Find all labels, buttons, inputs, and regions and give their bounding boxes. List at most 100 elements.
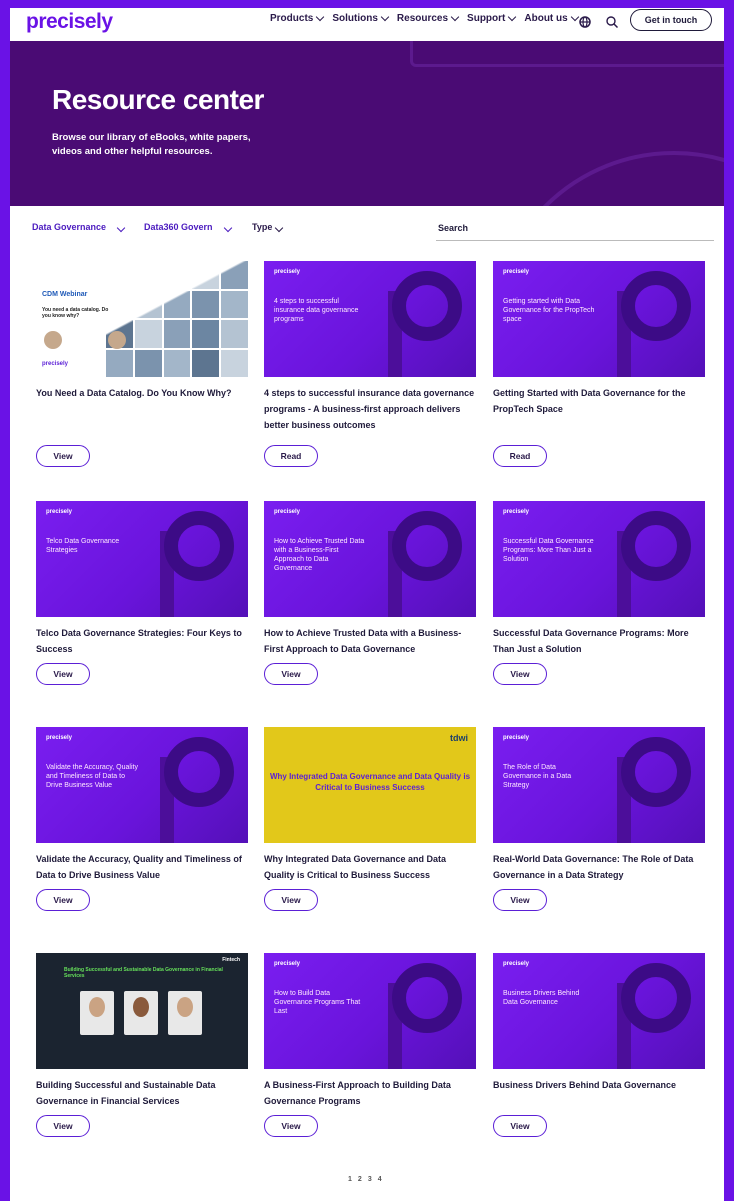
nav-item-about-us[interactable]: About us bbox=[524, 12, 579, 24]
card-thumbnail[interactable]: precisely The Role of Data Governance in … bbox=[493, 727, 705, 843]
thumb-logo: Fintech bbox=[222, 957, 240, 963]
nav-item-solutions[interactable]: Solutions bbox=[332, 12, 390, 24]
collage-overlay bbox=[36, 261, 248, 377]
speaker-photo bbox=[168, 991, 202, 1035]
read-button[interactable]: Read bbox=[493, 445, 547, 467]
filter-label: Data360 Govern bbox=[144, 222, 213, 232]
precisely-p-mark bbox=[392, 963, 462, 1033]
view-button[interactable]: View bbox=[264, 663, 318, 685]
thumb-heading: How to Build Data Governance Programs Th… bbox=[274, 990, 361, 1015]
card-thumbnail[interactable]: precisely Validate the Accuracy, Quality … bbox=[36, 727, 248, 843]
resource-card[interactable]: precisely How to Build Data Governance Pr… bbox=[264, 953, 476, 1137]
speaker-photo bbox=[124, 991, 158, 1035]
resource-card[interactable]: tdwi Why Integrated Data Governance and D… bbox=[264, 727, 476, 911]
resource-card[interactable]: precisely 4 steps to successful insurance… bbox=[264, 261, 476, 467]
thumb-heading: The Role of Data Governance in a Data St… bbox=[503, 764, 572, 789]
resource-card[interactable]: precisely Getting started with Data Gover… bbox=[493, 261, 705, 467]
card-thumbnail[interactable]: precisely Business Drivers Behind Data Go… bbox=[493, 953, 705, 1069]
precisely-p-mark bbox=[621, 511, 691, 581]
thumb-logo: precisely bbox=[503, 269, 530, 275]
view-button[interactable]: View bbox=[493, 1115, 547, 1137]
nav-item-products[interactable]: Products bbox=[270, 12, 325, 24]
page-link[interactable]: 2 bbox=[358, 1176, 362, 1183]
speaker-face bbox=[177, 997, 193, 1017]
card-thumbnail[interactable]: precisely 4 steps to successful insurance… bbox=[264, 261, 476, 377]
type-filter-dropdown[interactable]: Type bbox=[252, 222, 284, 233]
resource-card[interactable]: precisely How to Achieve Trusted Data wit… bbox=[264, 501, 476, 685]
card-thumbnail[interactable]: precisely Telco Data Governance Strategie… bbox=[36, 501, 248, 617]
read-button[interactable]: Read bbox=[264, 445, 318, 467]
card-title[interactable]: Getting Started with Data Governance for… bbox=[493, 385, 705, 433]
precisely-p-mark bbox=[164, 511, 234, 581]
thumb-logo: precisely bbox=[42, 361, 69, 367]
chevron-down-icon bbox=[275, 223, 284, 233]
page-link[interactable]: 4 bbox=[378, 1176, 382, 1183]
thumb-heading: Business Drivers Behind Data Governance bbox=[503, 990, 580, 1006]
nav-menu: Products Solutions Resources Support Abo… bbox=[270, 12, 579, 24]
hero-decoration bbox=[410, 41, 724, 67]
precisely-p-mark bbox=[621, 963, 691, 1033]
thumb-logo: precisely bbox=[274, 509, 301, 515]
speaker-avatar bbox=[108, 331, 126, 349]
search-placeholder: Search bbox=[438, 223, 469, 233]
resource-card[interactable]: precisely Successful Data Governance Prog… bbox=[493, 501, 705, 685]
card-thumbnail[interactable]: tdwi Why Integrated Data Governance and D… bbox=[264, 727, 476, 843]
card-thumbnail[interactable]: precisely Successful Data Governance Prog… bbox=[493, 501, 705, 617]
resource-card[interactable]: Fintech Building Successful and Sustainab… bbox=[36, 953, 248, 1137]
resource-card[interactable]: precisely Business Drivers Behind Data Go… bbox=[493, 953, 705, 1137]
nav-label: Support bbox=[467, 13, 506, 24]
globe-icon[interactable] bbox=[578, 15, 592, 29]
search-icon[interactable] bbox=[605, 15, 619, 29]
top-nav: precisely Products Solutions Resources S… bbox=[10, 8, 724, 41]
resource-card[interactable]: CDM Webinar You need a data catalog. Do y… bbox=[36, 261, 248, 467]
nav-label: Products bbox=[270, 13, 314, 24]
card-thumbnail[interactable]: CDM Webinar You need a data catalog. Do y… bbox=[36, 261, 248, 377]
view-button[interactable]: View bbox=[264, 889, 318, 911]
speaker-avatar bbox=[44, 331, 62, 349]
hero-decoration bbox=[490, 151, 724, 206]
page-title: Resource center bbox=[52, 84, 264, 115]
thumb-logo: precisely bbox=[503, 509, 530, 515]
view-button[interactable]: View bbox=[493, 889, 547, 911]
chevron-down-icon bbox=[223, 223, 232, 233]
page-link[interactable]: 3 bbox=[368, 1176, 372, 1183]
nav-item-support[interactable]: Support bbox=[467, 12, 517, 24]
topic-filter-dropdown[interactable]: Data Governance bbox=[32, 222, 126, 233]
card-thumbnail[interactable]: precisely Getting started with Data Gover… bbox=[493, 261, 705, 377]
nav-item-resources[interactable]: Resources bbox=[397, 12, 460, 24]
thumb-heading: Building Successful and Sustainable Data… bbox=[64, 967, 223, 979]
thumb-logo: precisely bbox=[274, 961, 301, 967]
page-link[interactable]: 1 bbox=[348, 1176, 352, 1183]
page: precisely Products Solutions Resources S… bbox=[10, 8, 724, 1201]
card-thumbnail[interactable]: precisely How to Build Data Governance Pr… bbox=[264, 953, 476, 1069]
speaker-face bbox=[89, 997, 105, 1017]
hero-banner: Resource center Browse our library of eB… bbox=[10, 41, 724, 206]
view-button[interactable]: View bbox=[36, 1115, 90, 1137]
get-in-touch-button[interactable]: Get in touch bbox=[630, 9, 712, 31]
tdwi-logo: tdwi bbox=[450, 733, 468, 743]
precisely-p-mark bbox=[621, 737, 691, 807]
resource-card[interactable]: precisely Validate the Accuracy, Quality … bbox=[36, 727, 248, 911]
view-button[interactable]: View bbox=[264, 1115, 318, 1137]
card-thumbnail[interactable]: precisely How to Achieve Trusted Data wit… bbox=[264, 501, 476, 617]
resource-card[interactable]: precisely Telco Data Governance Strategie… bbox=[36, 501, 248, 685]
thumb-logo: precisely bbox=[503, 735, 530, 741]
precisely-logo[interactable]: precisely bbox=[26, 10, 113, 34]
chevron-down-icon bbox=[508, 12, 517, 22]
card-title[interactable]: 4 steps to successful insurance data gov… bbox=[264, 385, 476, 433]
view-button[interactable]: View bbox=[36, 889, 90, 911]
view-button[interactable]: View bbox=[36, 663, 90, 685]
view-button[interactable]: View bbox=[36, 445, 90, 467]
chevron-down-icon bbox=[380, 12, 390, 22]
nav-label: About us bbox=[524, 13, 568, 24]
card-title[interactable]: You Need a Data Catalog. Do You Know Why… bbox=[36, 385, 248, 433]
thumb-logo: precisely bbox=[46, 735, 73, 741]
card-thumbnail[interactable]: Fintech Building Successful and Sustainab… bbox=[36, 953, 248, 1069]
view-button[interactable]: View bbox=[493, 663, 547, 685]
speaker-photo bbox=[80, 991, 114, 1035]
thumb-heading: Successful Data Governance Programs: Mor… bbox=[503, 538, 594, 563]
search-input[interactable]: Search bbox=[436, 218, 714, 241]
product-filter-dropdown[interactable]: Data360 Govern bbox=[144, 222, 232, 233]
filter-label: Type bbox=[252, 222, 273, 232]
resource-card[interactable]: precisely The Role of Data Governance in … bbox=[493, 727, 705, 911]
